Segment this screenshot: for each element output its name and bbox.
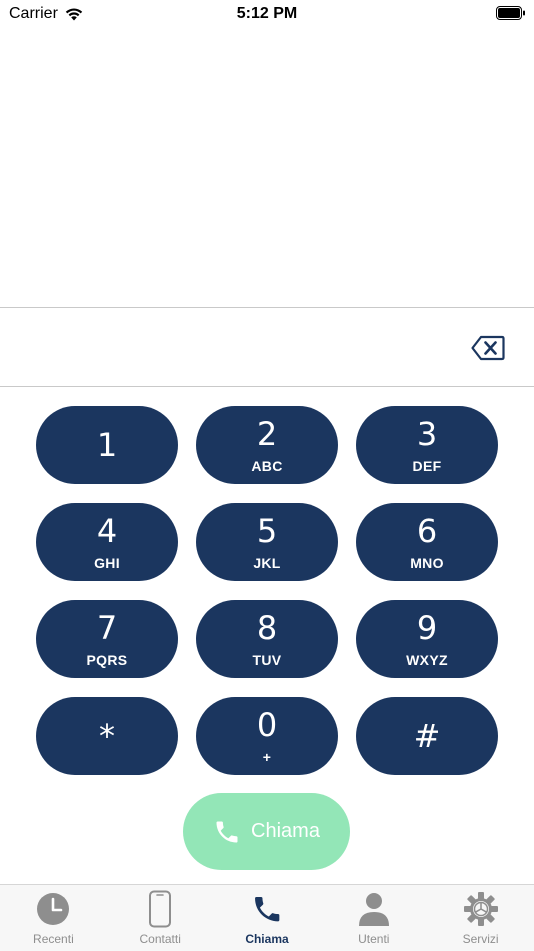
- tab-chiama[interactable]: Chiama: [214, 885, 321, 951]
- tab-label: Utenti: [358, 932, 390, 946]
- battery-icon: [496, 6, 525, 20]
- key-5[interactable]: 5 JKL: [196, 503, 338, 581]
- key-digit: *: [99, 717, 115, 755]
- key-digit: 9: [416, 609, 438, 647]
- tab-label: Chiama: [245, 932, 289, 946]
- status-time: 5:12 PM: [236, 5, 298, 22]
- key-digit: #: [413, 717, 441, 755]
- key-digit: 1: [96, 426, 118, 464]
- key-8[interactable]: 8 TUV: [196, 600, 338, 678]
- phone-handset-icon: [255, 897, 280, 922]
- key-6[interactable]: 6 MNO: [356, 503, 498, 581]
- call-button[interactable]: Chiama: [183, 793, 350, 870]
- gear-icon: [463, 892, 498, 926]
- tab-servizi[interactable]: Servizi: [427, 885, 534, 951]
- key-letters: GHI: [94, 555, 120, 571]
- key-digit: 4: [96, 512, 118, 550]
- key-letters: WXYZ: [406, 652, 448, 668]
- tab-label: Contatti: [139, 932, 181, 946]
- key-4[interactable]: 4 GHI: [36, 503, 178, 581]
- key-letters: MNO: [410, 555, 444, 571]
- key-0[interactable]: 0 +: [196, 697, 338, 775]
- key-digit: 0: [256, 706, 278, 744]
- clock-icon: [37, 893, 70, 925]
- key-letters: PQRS: [86, 652, 128, 668]
- key-7[interactable]: 7 PQRS: [36, 600, 178, 678]
- key-2[interactable]: 2 ABC: [196, 406, 338, 484]
- status-bar: Carrier 5:12 PM: [0, 0, 534, 28]
- key-digit: 5: [256, 512, 278, 550]
- backspace-icon[interactable]: [471, 334, 505, 362]
- key-letters: +: [262, 749, 272, 765]
- key-1[interactable]: 1: [36, 406, 178, 484]
- tab-label: Recenti: [33, 932, 74, 946]
- tab-recenti[interactable]: Recenti: [0, 885, 107, 951]
- key-digit: 7: [96, 609, 118, 647]
- display-divider-top: [0, 307, 534, 308]
- key-9[interactable]: 9 WXYZ: [356, 600, 498, 678]
- key-hash[interactable]: #: [356, 697, 498, 775]
- key-letters: ABC: [251, 458, 283, 474]
- user-icon: [358, 893, 389, 926]
- phone-device-icon: [149, 890, 172, 928]
- key-3[interactable]: 3 DEF: [356, 406, 498, 484]
- key-letters: DEF: [412, 458, 442, 474]
- phone-handset-icon: [216, 821, 238, 842]
- call-button-label: Chiama: [251, 820, 320, 842]
- tab-utenti[interactable]: Utenti: [320, 885, 427, 951]
- key-letters: TUV: [252, 652, 282, 668]
- display-divider-bottom: [0, 386, 534, 387]
- key-digit: 3: [416, 415, 438, 453]
- tab-bar: Recenti Contatti Chiama Utenti Servizi: [0, 884, 534, 951]
- key-digit: 6: [416, 512, 438, 550]
- key-digit: 2: [256, 415, 278, 453]
- tab-label: Servizi: [462, 932, 499, 946]
- tab-contatti[interactable]: Contatti: [107, 885, 214, 951]
- key-digit: 8: [256, 609, 278, 647]
- key-star[interactable]: *: [36, 697, 178, 775]
- number-display: [20, 320, 450, 375]
- key-letters: JKL: [253, 555, 281, 571]
